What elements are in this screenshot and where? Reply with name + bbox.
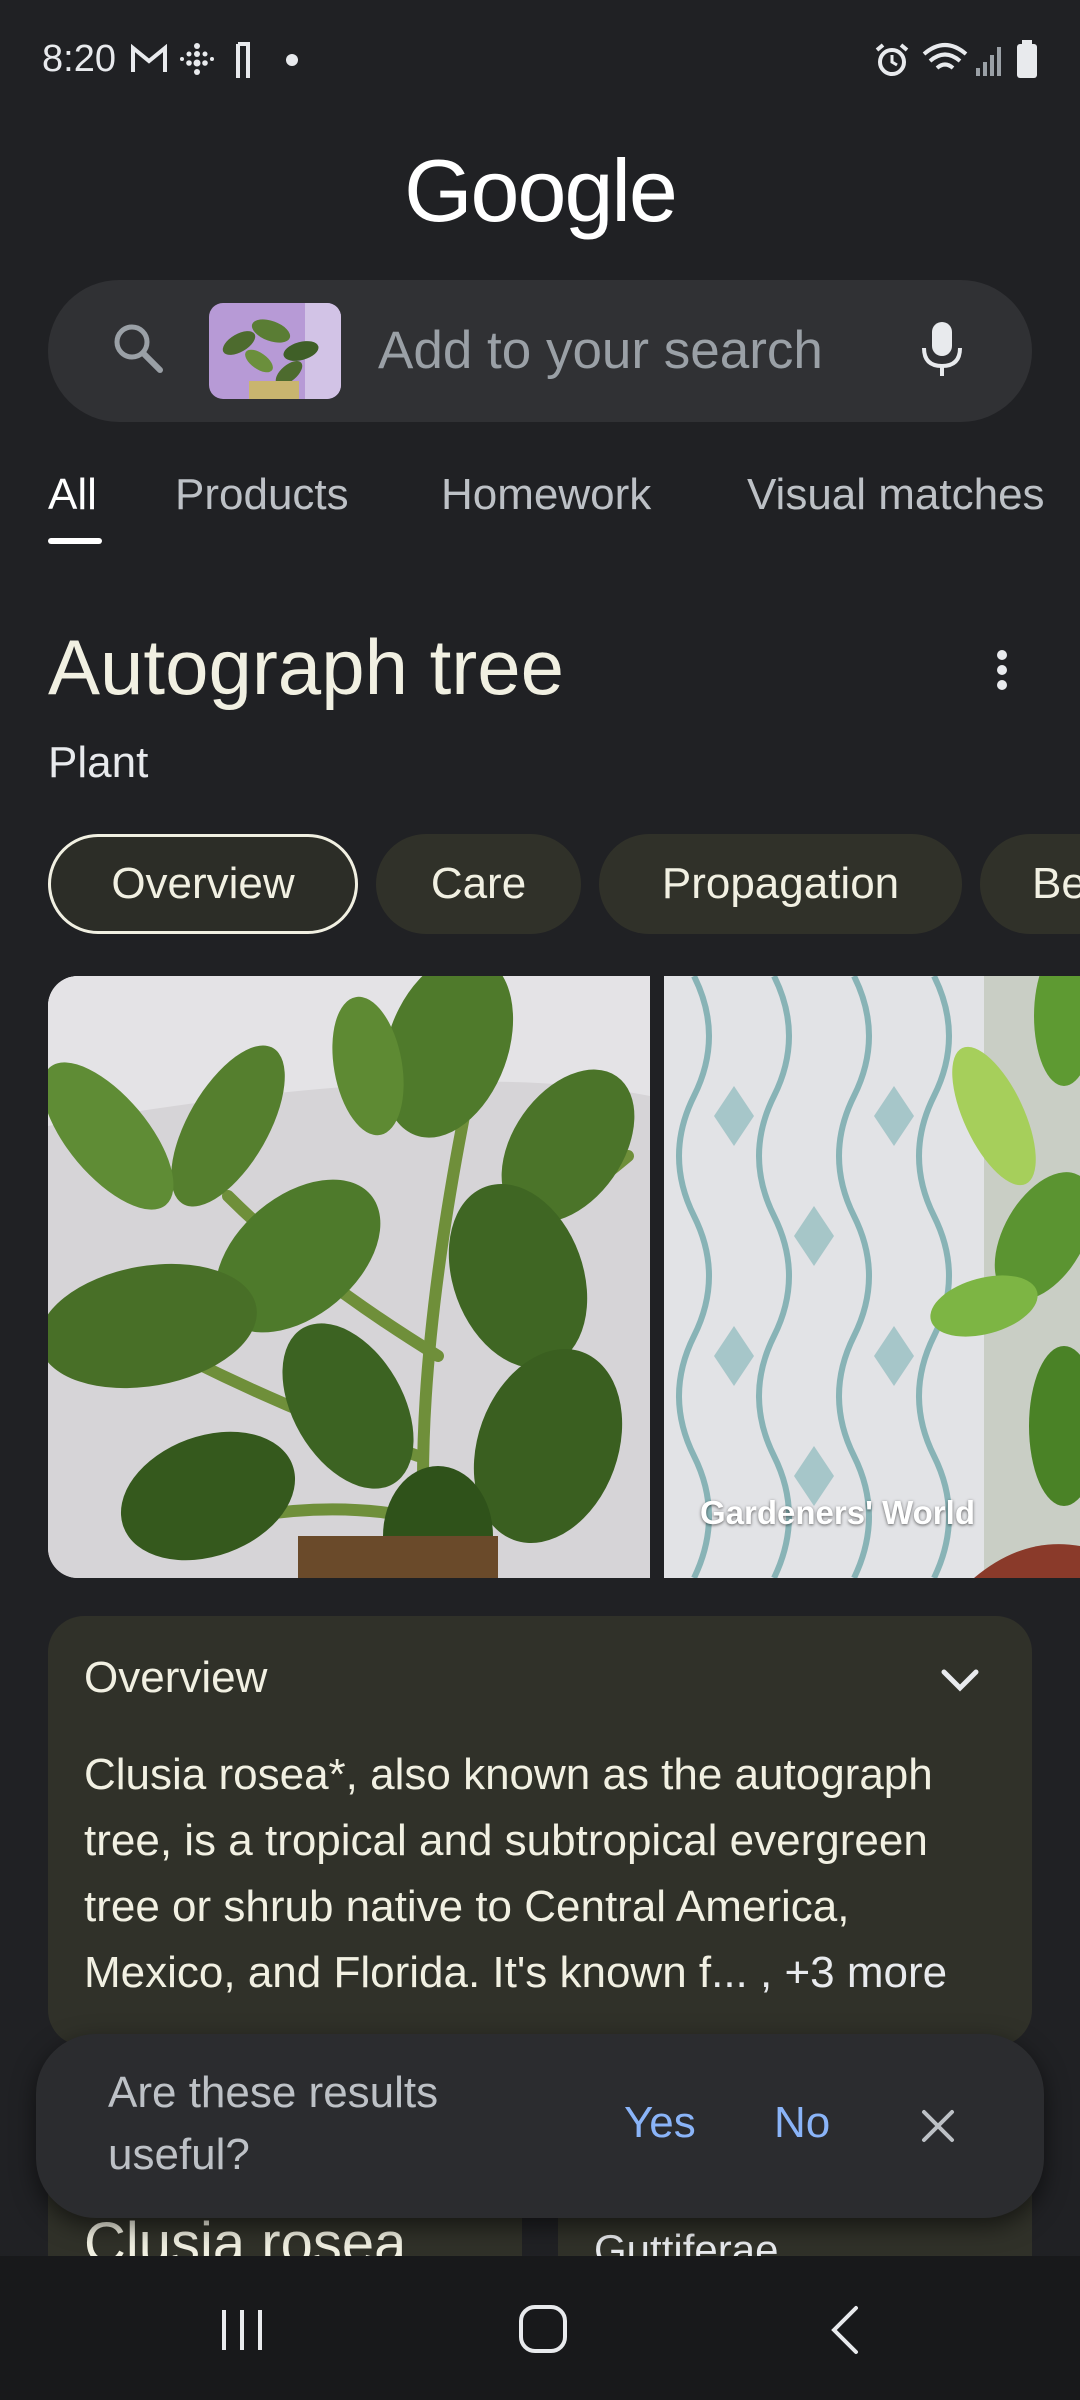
wifi-icon: [922, 43, 968, 70]
chip-propagation[interactable]: Propagation: [599, 834, 962, 934]
chip-benefits[interactable]: Be: [980, 834, 1080, 934]
microphone-icon[interactable]: [920, 320, 964, 380]
tab-visual-matches[interactable]: Visual matches: [747, 470, 1080, 520]
chip-overview[interactable]: Overview: [48, 834, 358, 934]
chip-care[interactable]: Care: [376, 834, 581, 934]
overview-text: Clusia rosea*, also known as the autogra…: [84, 1742, 1004, 2006]
image-source-label[interactable]: Gardeners' World: [700, 1494, 975, 1532]
status-bar: 8:20: [0, 0, 1080, 120]
tab-homework[interactable]: Homework: [441, 470, 651, 520]
gmail-icon: [131, 44, 167, 72]
fitbit-icon: [180, 43, 214, 75]
entity-subtitle: Plant: [48, 738, 149, 787]
lens-image-thumbnail[interactable]: [209, 303, 341, 399]
status-time: 8:20: [42, 38, 116, 80]
plant-image-2[interactable]: [664, 976, 1080, 1578]
home-icon[interactable]: [518, 2304, 568, 2354]
tab-active-indicator: [48, 538, 102, 544]
feedback-no-button[interactable]: No: [774, 2098, 830, 2148]
back-icon[interactable]: [828, 2304, 862, 2356]
feedback-question: Are these results useful?: [108, 2068, 439, 2179]
recent-apps-icon[interactable]: [218, 2306, 266, 2354]
feedback-yes-button[interactable]: Yes: [624, 2098, 696, 2148]
tab-products[interactable]: Products: [175, 470, 349, 520]
search-icon[interactable]: [108, 318, 168, 378]
tab-all[interactable]: All: [48, 470, 97, 520]
signal-icon: [976, 47, 1001, 76]
close-icon[interactable]: [920, 2108, 956, 2144]
entity-title: Autograph tree: [48, 623, 565, 711]
more-link[interactable]: ... , +3 more: [711, 1948, 947, 1997]
search-input[interactable]: Add to your search: [378, 320, 823, 381]
google-logo[interactable]: Google: [0, 140, 1080, 242]
alarm-icon: [875, 43, 909, 76]
dot-icon: [286, 54, 298, 66]
chevron-down-icon[interactable]: [940, 1666, 980, 1694]
battery-icon: [1017, 40, 1037, 78]
overview-title: Overview: [84, 1653, 268, 1702]
app-notification-icon: [236, 42, 250, 78]
more-options-icon[interactable]: [996, 650, 1008, 690]
plant-image-1[interactable]: [48, 976, 650, 1578]
